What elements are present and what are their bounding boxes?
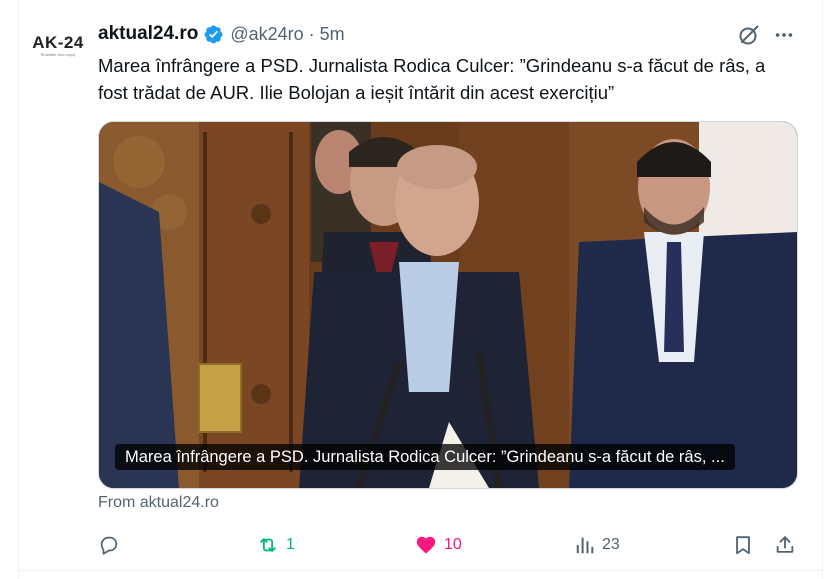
views-button[interactable]: 23: [574, 531, 620, 559]
author-name[interactable]: aktual24.ro: [98, 23, 198, 45]
timeline-border-left: [18, 0, 19, 579]
retweet-count: 1: [286, 536, 295, 553]
share-icon: [774, 533, 796, 557]
author-handle[interactable]: @ak24ro: [230, 24, 303, 45]
reply-button[interactable]: [98, 531, 120, 559]
retweet-icon: [256, 534, 280, 556]
timeline-border-right: [822, 0, 823, 579]
action-bar: 1 10 23: [98, 531, 798, 559]
retweet-button[interactable]: 1: [256, 531, 295, 559]
reply-icon: [98, 534, 120, 556]
tweet-text: Marea înfrângere a PSD. Jurnalista Rodic…: [98, 55, 766, 103]
media-caption: Marea înfrângere a PSD. Jurnalista Rodic…: [115, 444, 735, 470]
avatar-tagline: Realitate fara dopaj: [40, 51, 76, 57]
article-photo: [99, 122, 797, 488]
share-button[interactable]: [774, 531, 796, 559]
views-icon: [574, 534, 596, 556]
link-source[interactable]: From aktual24.ro: [98, 494, 219, 512]
more-icon[interactable]: [771, 22, 797, 48]
heart-icon: [414, 534, 438, 556]
like-button[interactable]: 10: [414, 531, 462, 559]
timestamp[interactable]: 5m: [320, 24, 345, 45]
link-card-media[interactable]: Marea înfrângere a PSD. Jurnalista Rodic…: [98, 121, 798, 489]
verified-badge-icon: [203, 24, 224, 45]
grok-icon[interactable]: [736, 22, 762, 48]
bookmark-icon: [732, 533, 754, 557]
avatar-logo: AK-24: [32, 32, 84, 52]
bookmark-button[interactable]: [732, 531, 754, 559]
views-count: 23: [602, 536, 620, 553]
like-count: 10: [444, 536, 462, 553]
tweet-header: aktual24.ro @ak24ro · 5m: [98, 22, 345, 46]
avatar[interactable]: AK-24 Realitate fara dopaj: [30, 22, 86, 68]
tweet-divider: [18, 570, 823, 571]
separator-dot: ·: [308, 23, 315, 44]
